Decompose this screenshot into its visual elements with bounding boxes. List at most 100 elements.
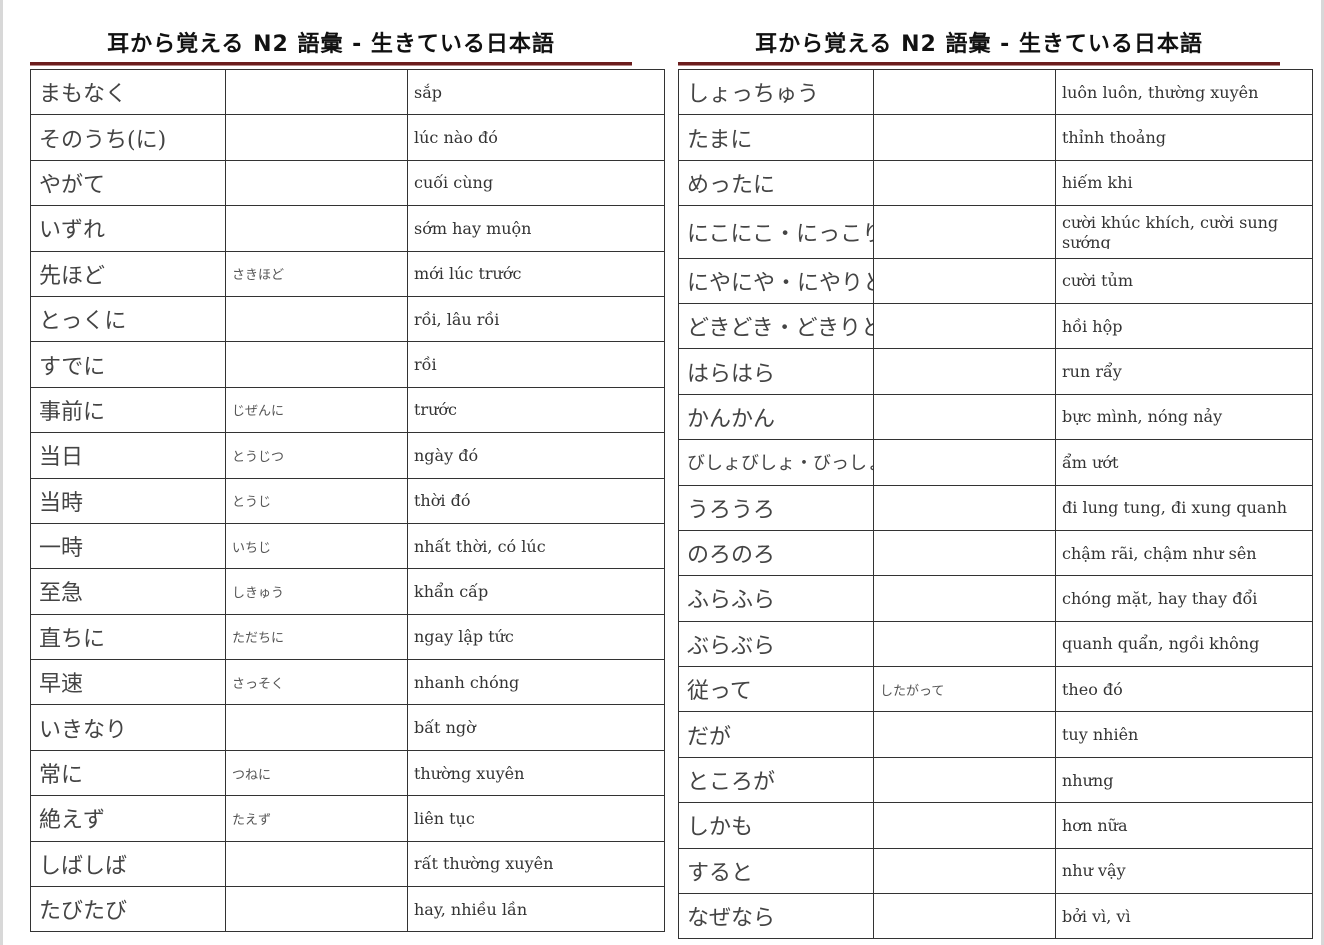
word-cell: 従って	[678, 666, 874, 713]
meaning-cell: rất thường xuyên	[407, 840, 665, 888]
meaning-cell: rồi, lâu rồi	[407, 295, 665, 343]
meaning-cell: bực mình, nóng nảy	[1055, 393, 1313, 441]
meaning-cell: thỉnh thoảng	[1055, 114, 1313, 161]
meaning-cell: cười khúc khích, cười sung sướng	[1055, 205, 1313, 259]
reading-cell	[225, 886, 408, 933]
table-row: いきなり bất ngờ	[30, 704, 665, 751]
reading-cell	[873, 348, 1056, 395]
word-cell: にやにや・にやりと	[678, 257, 874, 304]
word-cell: しょっちゅう	[678, 68, 874, 116]
meaning-cell: mới lúc trước	[407, 250, 665, 297]
meaning-cell: luôn luôn, thường xuyên	[1055, 68, 1313, 116]
meaning-cell: tuy nhiên	[1055, 711, 1313, 758]
table-row: だが tuy nhiên	[678, 711, 1313, 758]
meaning-cell: nhưng	[1055, 756, 1313, 804]
reading-cell	[873, 620, 1056, 668]
table-row: うろうろ đi lung tung, đi xung quanh	[678, 484, 1313, 531]
word-cell: すると	[678, 847, 874, 895]
table-row: 至急 しきゅう khẩn cấp	[30, 568, 665, 615]
table-row: 常に つねに thường xuyên	[30, 749, 665, 797]
meaning-cell: hay, nhiều lần	[407, 886, 665, 933]
meaning-cell: chóng mặt, hay thay đổi	[1055, 575, 1313, 622]
reading-cell	[873, 756, 1056, 804]
table-row: のろのろ chậm rãi, chậm như sên	[678, 529, 1313, 577]
word-cell: 常に	[30, 749, 226, 797]
table-row: やがて cuối cùng	[30, 159, 665, 207]
word-cell: 直ちに	[30, 613, 226, 661]
reading-cell	[225, 159, 408, 207]
meaning-cell: khẩn cấp	[407, 568, 665, 615]
reading-cell	[873, 439, 1056, 486]
word-cell: びしょびしょ・びっしょり	[678, 439, 874, 486]
reading-cell	[873, 114, 1056, 161]
meaning-cell: sớm hay muộn	[407, 205, 665, 252]
vocab-table-left: まもなく sắp そのうち(に) lúc nào đó やがて cuối cùng い…	[30, 68, 665, 933]
table-row: はらはら run rẩy	[678, 348, 1313, 395]
meaning-cell: chậm rãi, chậm như sên	[1055, 529, 1313, 577]
meaning-cell: theo đó	[1055, 666, 1313, 713]
word-cell: 当日	[30, 432, 226, 479]
table-row: いずれ sớm hay muộn	[30, 205, 665, 252]
reading-cell	[225, 68, 408, 116]
word-cell: しかも	[678, 802, 874, 849]
word-cell: しばしば	[30, 840, 226, 888]
table-row: まもなく sắp	[30, 68, 665, 116]
table-row: しょっちゅう luôn luôn, thường xuyên	[678, 68, 1313, 116]
reading-cell	[873, 847, 1056, 895]
word-cell: そのうち(に)	[30, 114, 226, 161]
table-row: しばしば rất thường xuyên	[30, 840, 665, 888]
word-cell: いずれ	[30, 205, 226, 252]
column-header: 耳から覚える N2 語彙 - 生きている日本語	[678, 0, 1298, 65]
table-row: 先ほど さきほど mới lúc trước	[30, 250, 665, 297]
table-row: にこにこ・にっこり cười khúc khích, cười sung sướn…	[678, 205, 1313, 259]
word-cell: とっくに	[30, 295, 226, 343]
meaning-cell: quanh quẩn, ngồi không	[1055, 620, 1313, 668]
table-row: たまに thỉnh thoảng	[678, 114, 1313, 161]
meaning-cell: hơn nữa	[1055, 802, 1313, 849]
column-title: 耳から覚える N2 語彙 - 生きている日本語	[107, 32, 555, 57]
reading-cell: とうじ	[225, 477, 408, 524]
word-cell: 絶えず	[30, 795, 226, 842]
word-cell: 先ほど	[30, 250, 226, 297]
word-cell: いきなり	[30, 704, 226, 751]
vocab-table-right: しょっちゅう luôn luôn, thường xuyên たまに thỉnh t…	[678, 68, 1313, 940]
reading-cell: たえず	[225, 795, 408, 842]
meaning-cell: đi lung tung, đi xung quanh	[1055, 484, 1313, 531]
meaning-cell: trước	[407, 386, 665, 434]
table-row: 従って したがって theo đó	[678, 666, 1313, 713]
page-edge-left	[0, 0, 3, 945]
table-row: すると như vậy	[678, 847, 1313, 895]
title-underline	[30, 62, 632, 65]
reading-cell: しきゅう	[225, 568, 408, 615]
word-cell: なぜなら	[678, 893, 874, 940]
reading-cell: じぜんに	[225, 386, 408, 434]
word-cell: まもなく	[30, 68, 226, 116]
column-title: 耳から覚える N2 語彙 - 生きている日本語	[755, 32, 1203, 57]
reading-cell	[873, 575, 1056, 622]
word-cell: はらはら	[678, 348, 874, 395]
table-row: しかも hơn nữa	[678, 802, 1313, 849]
meaning-cell: run rẩy	[1055, 348, 1313, 395]
word-cell: ふらふら	[678, 575, 874, 622]
table-row: どきどき・どきりと hồi hộp	[678, 302, 1313, 350]
word-cell: どきどき・どきりと	[678, 302, 874, 350]
table-row: ぶらぶら quanh quẩn, ngồi không	[678, 620, 1313, 668]
word-cell: やがて	[30, 159, 226, 207]
reading-cell: ただちに	[225, 613, 408, 661]
reading-cell: いちじ	[225, 522, 408, 570]
table-row: 事前に じぜんに trước	[30, 386, 665, 434]
word-cell: だが	[678, 711, 874, 758]
table-row: たびたび hay, nhiều lần	[30, 886, 665, 933]
reading-cell	[873, 802, 1056, 849]
table-row: ふらふら chóng mặt, hay thay đổi	[678, 575, 1313, 622]
table-row: 一時 いちじ nhất thời, có lúc	[30, 522, 665, 570]
table-row: 当時 とうじ thời đó	[30, 477, 665, 524]
reading-cell	[225, 341, 408, 388]
meaning-cell: hồi hộp	[1055, 302, 1313, 350]
table-row: そのうち(に) lúc nào đó	[30, 114, 665, 161]
table-row: 早速 さっそく nhanh chóng	[30, 659, 665, 706]
meaning-cell: ngay lập tức	[407, 613, 665, 661]
meaning-cell: cuối cùng	[407, 159, 665, 207]
table-row: めったに hiếm khi	[678, 159, 1313, 207]
vocab-column-left: 耳から覚える N2 語彙 - 生きている日本語 まもなく sắp そのうち(に) l…	[30, 0, 665, 933]
